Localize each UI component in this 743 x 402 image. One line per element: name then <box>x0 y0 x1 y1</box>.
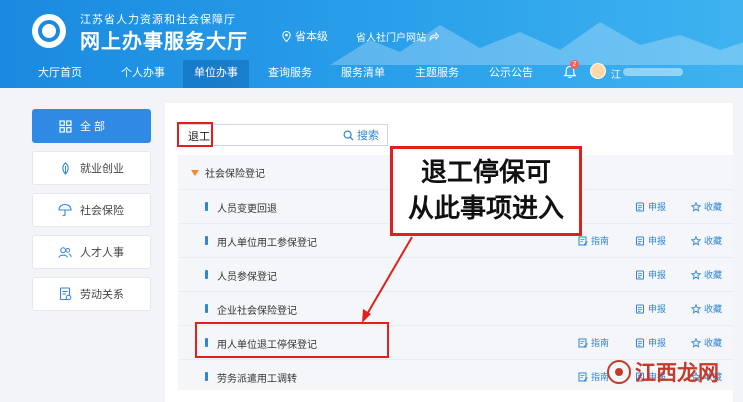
site-header: 江苏省人力资源和社会保障厅 网上办事服务大厅 省本级 省人社门户网站 大厅首页 … <box>0 0 743 88</box>
apply-icon <box>636 236 644 245</box>
nav-service-list[interactable]: 服务清单 <box>328 60 398 88</box>
watermark-logo-icon <box>607 360 631 384</box>
sidebar-item-social-insurance[interactable]: 社会保险 <box>32 193 151 227</box>
row-marker <box>205 304 208 313</box>
category-label: 社会保险登记 <box>205 169 265 180</box>
notification-badge: 2 <box>570 60 579 69</box>
avatar[interactable] <box>590 63 606 79</box>
apply-button[interactable]: 申报 <box>635 234 666 247</box>
document-icon <box>58 287 72 301</box>
favorite-button[interactable]: 收藏 <box>691 336 722 349</box>
sidebar-item-label: 就业创业 <box>80 163 124 175</box>
star-icon <box>691 201 701 212</box>
sidebar-item-labor[interactable]: 劳动关系 <box>32 277 151 311</box>
apply-button[interactable]: 申报 <box>635 336 666 349</box>
apply-icon <box>636 304 644 313</box>
apply-button[interactable]: 申报 <box>635 302 666 315</box>
category-header[interactable]: 社会保险登记 <box>191 165 265 180</box>
guide-button[interactable]: 指南 <box>578 234 609 247</box>
apply-button[interactable]: 申报 <box>635 268 666 281</box>
favorite-label: 收藏 <box>704 304 723 314</box>
service-name[interactable]: 人员参保登记 <box>217 268 277 283</box>
apply-label: 申报 <box>648 338 667 348</box>
nav-query[interactable]: 查询服务 <box>255 60 325 88</box>
favorite-button[interactable]: 收藏 <box>691 268 722 281</box>
favorite-button[interactable]: 收藏 <box>691 302 722 315</box>
level-label: 省本级 <box>295 31 328 43</box>
row-marker <box>205 202 208 211</box>
guide-icon <box>578 338 588 347</box>
nav-hall-home[interactable]: 大厅首页 <box>25 60 95 88</box>
favorite-button[interactable]: 收藏 <box>691 234 722 247</box>
sidebar-item-all[interactable]: 全 部 <box>32 109 151 143</box>
apply-label: 申报 <box>648 270 667 280</box>
umbrella-icon <box>58 203 72 217</box>
watermark-text: 江西龙网 <box>635 362 719 385</box>
favorite-label: 收藏 <box>704 270 723 280</box>
star-icon <box>691 337 701 348</box>
favorite-label: 收藏 <box>704 202 723 212</box>
level-selector[interactable]: 省本级 <box>282 28 328 44</box>
apply-label: 申报 <box>648 202 667 212</box>
favorite-label: 收藏 <box>704 236 723 246</box>
share-arrow-icon <box>429 32 439 41</box>
sidebar-item-label: 劳动关系 <box>80 289 124 301</box>
location-pin-icon <box>282 30 291 42</box>
row-marker <box>205 372 208 381</box>
annotation-line-1: 退工停保可 <box>420 158 551 188</box>
nav-unit[interactable]: 单位办事 <box>183 60 249 88</box>
hall-name: 网上办事服务大厅 <box>80 31 248 53</box>
guide-label: 指南 <box>591 236 610 246</box>
star-icon <box>691 269 701 280</box>
sidebar-item-employment[interactable]: 就业创业 <box>32 151 151 185</box>
row-marker <box>205 270 208 279</box>
sidebar-item-label: 社会保险 <box>80 205 124 217</box>
guide-button[interactable]: 指南 <box>578 370 609 383</box>
search-button[interactable]: 搜索 <box>343 127 379 143</box>
favorite-label: 收藏 <box>704 338 723 348</box>
star-icon <box>691 235 701 246</box>
apply-label: 申报 <box>648 236 667 246</box>
portal-link-label: 省人社门户网站 <box>356 33 426 44</box>
row-marker <box>205 236 208 245</box>
search-highlight-box <box>177 122 213 147</box>
nav-theme[interactable]: 主题服务 <box>402 60 472 88</box>
guide-button[interactable]: 指南 <box>578 336 609 349</box>
apply-label: 申报 <box>648 304 667 314</box>
service-row: 人员参保登记 申报 收藏 <box>178 257 733 290</box>
user-name[interactable]: 江 <box>611 66 621 81</box>
leaf-icon <box>58 161 72 175</box>
collapse-triangle-icon <box>191 169 199 176</box>
search-icon <box>343 129 354 140</box>
star-icon <box>691 303 701 314</box>
annotation-line-2: 从此事项进入 <box>407 194 564 224</box>
sidebar-item-talent[interactable]: 人才人事 <box>32 235 151 269</box>
people-icon <box>58 245 72 259</box>
apply-icon <box>636 202 644 211</box>
user-name-redaction <box>623 68 683 76</box>
portal-link[interactable]: 省人社门户网站 <box>356 29 439 44</box>
nav-announcements[interactable]: 公示公告 <box>476 60 546 88</box>
service-name[interactable]: 劳务派遣用工调转 <box>217 370 297 385</box>
site-logo[interactable] <box>32 14 66 48</box>
service-row: 企业社会保险登记 申报 收藏 <box>178 291 733 324</box>
row-highlight-box <box>195 322 389 358</box>
sidebar-item-label: 人才人事 <box>80 247 124 259</box>
guide-icon <box>578 372 588 381</box>
nav-personal[interactable]: 个人办事 <box>108 60 178 88</box>
grid-icon <box>58 119 72 133</box>
apply-icon <box>636 338 644 347</box>
favorite-button[interactable]: 收藏 <box>691 200 722 213</box>
guide-label: 指南 <box>591 338 610 348</box>
guide-icon <box>578 236 588 245</box>
service-name[interactable]: 用人单位用工参保登记 <box>217 234 317 249</box>
watermark: 江西龙网 <box>607 357 719 387</box>
annotation-callout: 退工停保可 从此事项进入 <box>390 146 582 236</box>
search-button-label: 搜索 <box>357 130 379 142</box>
apply-icon <box>636 270 644 279</box>
apply-button[interactable]: 申报 <box>635 200 666 213</box>
service-name[interactable]: 企业社会保险登记 <box>217 302 297 317</box>
service-name[interactable]: 人员变更回退 <box>217 200 277 215</box>
sidebar-item-label: 全 部 <box>80 121 106 133</box>
